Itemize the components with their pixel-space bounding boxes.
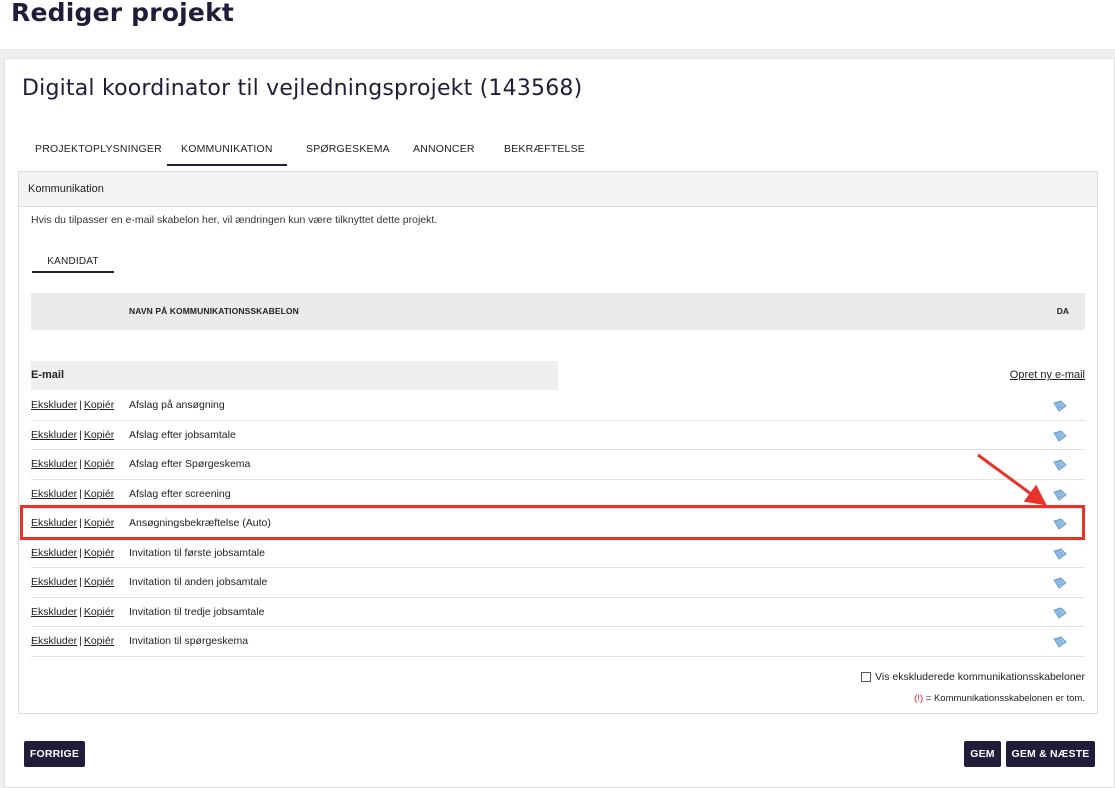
exclude-link[interactable]: Ekskluder [31,517,77,529]
row-actions: Ekskluder | Kopiér [31,576,114,588]
copy-link[interactable]: Kopiér [84,517,114,529]
tab-kommunikation[interactable]: KOMMUNIKATION [167,143,287,166]
template-name[interactable]: Invitation til første jobsamtale [129,547,265,559]
template-list: Ekskluder | Kopiér Afslag på ansøgning Ekskl… [31,391,1085,657]
legend-mark: (!) [914,693,924,704]
action-separator: | [79,635,82,647]
copy-link[interactable]: Kopiér [84,458,114,470]
legend-text: = Kommunikationsskabelonen er tom. [923,693,1085,704]
tab-bekraeftelse[interactable]: BEKRÆFTELSE [504,143,585,155]
document-icon[interactable] [1053,577,1067,589]
save-button[interactable]: GEM [964,741,1001,767]
legend: (!) = Kommunikationsskabelonen er tom. [914,693,1085,704]
column-header-da: DA [1056,306,1069,316]
document-icon[interactable] [1053,430,1067,442]
exclude-link[interactable]: Ekskluder [31,429,77,441]
table-row: Ekskluder | Kopiér Invitation til første jo… [31,539,1085,568]
document-icon[interactable] [1053,489,1067,501]
template-name[interactable]: Afslag efter jobsamtale [129,429,236,441]
action-separator: | [79,399,82,411]
info-text: Hvis du tilpasser en e-mail skabelon her… [31,214,438,226]
document-icon[interactable] [1053,400,1067,412]
table-row: Ekskluder | Kopiér Ansøgningsbekræftelse (A… [31,509,1085,539]
document-icon[interactable] [1053,518,1067,530]
copy-link[interactable]: Kopiér [84,635,114,647]
template-name[interactable]: Invitation til spørgeskema [129,635,248,647]
row-actions: Ekskluder | Kopiér [31,547,114,559]
show-excluded-checkbox[interactable] [861,672,872,682]
copy-link[interactable]: Kopiér [84,606,114,618]
action-separator: | [79,458,82,470]
tab-projektoplysninger[interactable]: PROJEKTOPLYSNINGER [35,143,162,155]
template-name[interactable]: Invitation til tredje jobsamtale [129,606,264,618]
exclude-link[interactable]: Ekskluder [31,606,77,618]
copy-link[interactable]: Kopiér [84,488,114,500]
group-label: E-mail [31,369,65,381]
exclude-link[interactable]: Ekskluder [31,458,77,470]
row-actions: Ekskluder | Kopiér [31,635,114,647]
document-icon[interactable] [1053,548,1067,560]
group-row-email: E-mail Opret ny e-mail [31,361,1085,390]
row-actions: Ekskluder | Kopiér [31,517,114,529]
exclude-link[interactable]: Ekskluder [31,488,77,500]
column-header-name: NAVN PÅ KOMMUNIKATIONSSKABELON [129,306,299,316]
project-title: Digital koordinator til vejledningsproje… [22,76,583,101]
tab-annoncer[interactable]: ANNONCER [413,143,475,155]
exclude-link[interactable]: Ekskluder [31,576,77,588]
action-separator: | [79,576,82,588]
document-icon[interactable] [1053,636,1067,648]
copy-link[interactable]: Kopiér [84,399,114,411]
tab-spoergeskema[interactable]: SPØRGESKEMA [306,143,390,155]
top-bar: Rediger projekt [0,0,1115,50]
table-row: Ekskluder | Kopiér Invitation til anden job… [31,568,1085,598]
show-excluded-option: Vis ekskluderede kommunikationsskabelone… [861,671,1085,683]
page-heading: Rediger projekt [11,0,235,27]
template-name[interactable]: Afslag efter screening [129,488,231,500]
table-row: Ekskluder | Kopiér Afslag efter jobsamtale [31,421,1085,450]
exclude-link[interactable]: Ekskluder [31,635,77,647]
action-separator: | [79,605,82,618]
row-actions: Ekskluder | Kopiér [31,488,114,500]
group-row-background [31,361,558,390]
document-icon[interactable] [1053,459,1067,471]
row-actions: Ekskluder | Kopiér [31,399,114,411]
table-row: Ekskluder | Kopiér Afslag efter Spørgeskema [31,450,1085,480]
table-row: Ekskluder | Kopiér Invitation til tredje jo… [31,598,1085,627]
action-separator: | [79,517,82,529]
action-separator: | [79,546,82,559]
action-separator: | [79,487,82,500]
row-actions: Ekskluder | Kopiér [31,606,114,618]
exclude-link[interactable]: Ekskluder [31,399,77,411]
copy-link[interactable]: Kopiér [84,576,114,588]
panel-header: Kommunikation [19,172,1097,207]
table-row: Ekskluder | Kopiér Afslag efter screening [31,480,1085,509]
template-name[interactable]: Afslag efter Spørgeskema [129,458,250,470]
document-icon[interactable] [1053,607,1067,619]
table-row: Ekskluder | Kopiér Invitation til spørgeske… [31,627,1085,657]
save-next-button[interactable]: GEM & NÆSTE [1006,741,1095,767]
copy-link[interactable]: Kopiér [84,429,114,441]
template-name[interactable]: Invitation til anden jobsamtale [129,576,267,588]
table-row: Ekskluder | Kopiér Afslag på ansøgning [31,391,1085,421]
show-excluded-label: Vis ekskluderede kommunikationsskabelone… [875,671,1085,683]
table-header: NAVN PÅ KOMMUNIKATIONSSKABELON DA [31,293,1085,330]
row-actions: Ekskluder | Kopiér [31,458,114,470]
subtab-kandidat[interactable]: KANDIDAT [32,256,114,273]
create-email-link[interactable]: Opret ny e-mail [1010,369,1085,381]
exclude-link[interactable]: Ekskluder [31,547,77,559]
template-name[interactable]: Ansøgningsbekræftelse (Auto) [129,517,271,529]
copy-link[interactable]: Kopiér [84,547,114,559]
template-name[interactable]: Afslag på ansøgning [129,399,225,411]
previous-button[interactable]: FORRIGE [24,741,85,767]
action-separator: | [79,428,82,441]
row-actions: Ekskluder | Kopiér [31,429,114,441]
